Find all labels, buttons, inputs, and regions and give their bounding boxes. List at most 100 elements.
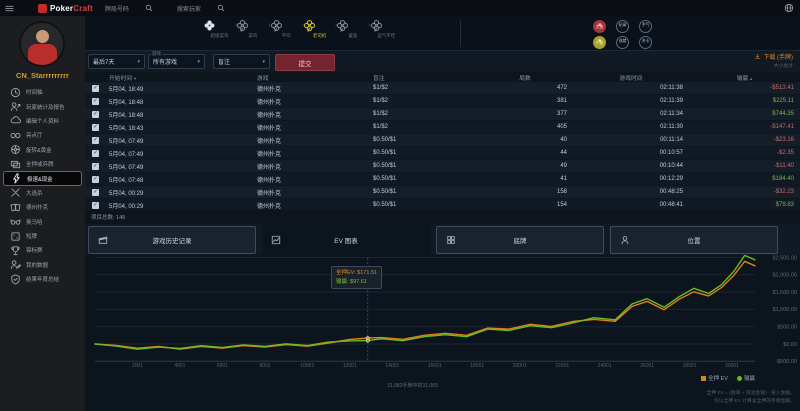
cell-game: 德州扑克 — [257, 110, 373, 119]
table-body: ✓5月04, 18:49德州扑克$1/$247202:11:38-$513.41… — [85, 82, 800, 212]
sidebar-item-battle-royale[interactable]: 大逃杀 — [0, 186, 85, 200]
sidebar-item-player-stats[interactable]: 玩家统计及报告 — [0, 99, 85, 113]
download-subtext: 大小总计 — [754, 62, 793, 69]
row-checkbox[interactable]: ✓ — [92, 202, 99, 209]
sidebar-item-all-in-or-fold[interactable]: 全押或弃牌 — [0, 157, 85, 171]
cell-start-time: 5月04, 07:48 — [109, 175, 257, 184]
tab-hole-cards[interactable]: 底牌 — [436, 226, 604, 254]
download-link[interactable]: 下载 (手牌) 大小总计 — [754, 52, 793, 69]
cell-blinds: $0.50/$1 — [373, 189, 477, 195]
cell-winnings: -$2.35 — [689, 150, 800, 156]
sidebar-item-short-deck[interactable]: 短牌 — [0, 229, 85, 243]
checkbox-cell: ✓ — [85, 176, 109, 183]
cell-hands: 381 — [477, 98, 573, 104]
row-checkbox[interactable]: ✓ — [92, 137, 99, 144]
sidebar-item-my-data[interactable]: 我的数据 — [0, 258, 85, 272]
language-globe-icon[interactable] — [784, 3, 794, 13]
cell-hands: 41 — [477, 176, 573, 182]
table-row[interactable]: ✓5月04, 18:43德州扑克$1/$240502:11:30-$147.41 — [85, 121, 800, 134]
stack-icon — [9, 158, 21, 170]
tab-label: 底牌 — [514, 235, 527, 245]
cell-start-time: 5月04, 07:49 — [109, 136, 257, 145]
sidebar-item-highlight-hall[interactable]: 亮点厅 — [0, 128, 85, 142]
sort-icon: ▾ — [134, 76, 136, 81]
search-icon[interactable] — [217, 4, 225, 12]
filter-select-game[interactable]: 游戏所有游戏▾ — [148, 54, 205, 69]
sidebar-item-omaha[interactable]: 奥马哈 — [0, 215, 85, 229]
row-checkbox[interactable]: ✓ — [92, 98, 99, 105]
svg-text:2001: 2001 — [132, 363, 143, 369]
bolt-icon — [10, 173, 22, 185]
sidebar-item-year-results[interactable]: 结果年度总结 — [0, 272, 85, 286]
cards-icon — [9, 201, 21, 213]
ev-chart-panel: $2,500.00$2,000.00$1,500.00$1,000.00$500… — [85, 255, 800, 411]
table-row[interactable]: ✓5月04, 07:48德州扑克$0.50/$14100:12:29$184.4… — [85, 173, 800, 186]
search-icon[interactable] — [145, 4, 153, 12]
table-row[interactable]: ✓5月04, 18:49德州扑克$1/$247202:11:38-$513.41 — [85, 82, 800, 95]
table-row[interactable]: ✓5月04, 18:48德州扑克$1/$238102:11:39$225.11 — [85, 95, 800, 108]
user-avatar[interactable] — [19, 21, 65, 67]
table-row[interactable]: ✓5月04, 18:48德州扑克$1/$237702:11:34$744.35 — [85, 108, 800, 121]
clover-icon — [236, 19, 269, 32]
row-checkbox[interactable]: ✓ — [92, 124, 99, 131]
sidebar-item-label: 时间轴 — [26, 88, 43, 96]
trophy-icon — [9, 244, 21, 256]
legend-item: 全押 EV — [701, 374, 728, 382]
badge-label: 关卡 — [642, 40, 650, 44]
row-checkbox[interactable]: ✓ — [92, 189, 99, 196]
col-header-duration: 游戏时间 — [573, 73, 689, 82]
sidebar: CN_Starrrrrrrrr 时间轴玩家统计及报告编辑个人资料亮点厅旋转&黄金… — [0, 16, 85, 411]
tab-game-history[interactable]: 游戏历史记录 — [88, 226, 256, 254]
row-checkbox[interactable]: ✓ — [92, 85, 99, 92]
tab-position[interactable]: 位置 — [610, 226, 778, 254]
sidebar-item-spin-gold[interactable]: 旋转&黄金 — [0, 143, 85, 157]
row-checkbox[interactable]: ✓ — [92, 163, 99, 170]
search-area: 牌局号码 搜索玩家 — [105, 4, 225, 13]
player-search-input[interactable]: 搜索玩家 — [177, 4, 225, 13]
cell-game: 德州扑克 — [257, 188, 373, 197]
tab-label: 游戏历史记录 — [153, 235, 192, 245]
download-label: 下载 (手牌) — [763, 52, 793, 61]
detail-tabs: 游戏历史记录 EV 图表 底牌 位置 — [85, 224, 800, 255]
sidebar-item-holdem[interactable]: 德州扑克 — [0, 200, 85, 214]
player-search-placeholder: 搜索玩家 — [177, 4, 201, 13]
table-row[interactable]: ✓5月04, 00:29德州扑克$0.50/$115800:48:25-$32.… — [85, 186, 800, 199]
submit-button[interactable]: 提交 — [275, 54, 335, 71]
checkbox-cell: ✓ — [85, 137, 109, 144]
tab-label: EV 图表 — [334, 235, 357, 245]
skill-progression: 超级菜鸟›菜鸟›平均›老司机›鲨鱼›运气不佳 — [203, 19, 403, 39]
filter-select-daterange[interactable]: 最后7天▾ — [88, 54, 145, 69]
svg-text:14001: 14001 — [385, 363, 399, 369]
svg-text:26001: 26001 — [640, 363, 654, 369]
checkbox-cell: ✓ — [85, 202, 109, 209]
sidebar-item-timeline[interactable]: 时间轴 — [0, 85, 85, 99]
table-row[interactable]: ✓5月04, 07:49德州扑克$0.50/$14400:10:57-$2.35 — [85, 147, 800, 160]
chevron-down-icon: ▾ — [262, 59, 265, 65]
progression-step: 平均 — [270, 19, 303, 39]
row-checkbox[interactable]: ✓ — [92, 111, 99, 118]
table-row[interactable]: ✓5月04, 07:49德州扑克$0.50/$14900:10:44-$11.4… — [85, 160, 800, 173]
filter-select-blinds[interactable]: 盲注 ▾ — [213, 54, 270, 69]
top-bar: PokerCraft 牌局号码 搜索玩家 — [0, 0, 800, 16]
row-checkbox[interactable]: ✓ — [92, 176, 99, 183]
svg-text:18001: 18001 — [470, 363, 484, 369]
svg-text:28001: 28001 — [683, 363, 697, 369]
badge-label: 手气 — [642, 24, 650, 28]
chart-legend: 全押 EV输赢 — [701, 374, 755, 382]
progression-label: 运气不佳 — [370, 33, 403, 39]
col-header-winnings: 输赢 ▴ — [689, 73, 800, 82]
cell-start-time: 5月04, 18:49 — [109, 84, 257, 93]
hand-number-search-input[interactable]: 牌局号码 — [105, 4, 153, 13]
sidebar-item-edit-profile[interactable]: 编辑个人资料 — [0, 114, 85, 128]
tab-ev-chart[interactable]: EV 图表 — [262, 224, 430, 255]
table-row[interactable]: ✓5月04, 07:49德州扑克$0.50/$14000:11:14-$23.1… — [85, 134, 800, 147]
row-checkbox[interactable]: ✓ — [92, 150, 99, 157]
sidebar-item-rush-cash[interactable]: 极速&现金 — [3, 171, 82, 185]
filter-select-value: 盲注 — [218, 57, 230, 66]
hamburger-menu-icon[interactable] — [5, 4, 14, 13]
cell-winnings: $744.35 — [689, 111, 800, 117]
logo-text: PokerCraft — [50, 4, 93, 13]
filter-select-value: 所有游戏 — [153, 57, 177, 66]
badges: ♛大鱼纪录手气♛小鱼成就关卡 — [593, 18, 652, 50]
sidebar-item-tournaments[interactable]: 锦标赛 — [0, 243, 85, 257]
